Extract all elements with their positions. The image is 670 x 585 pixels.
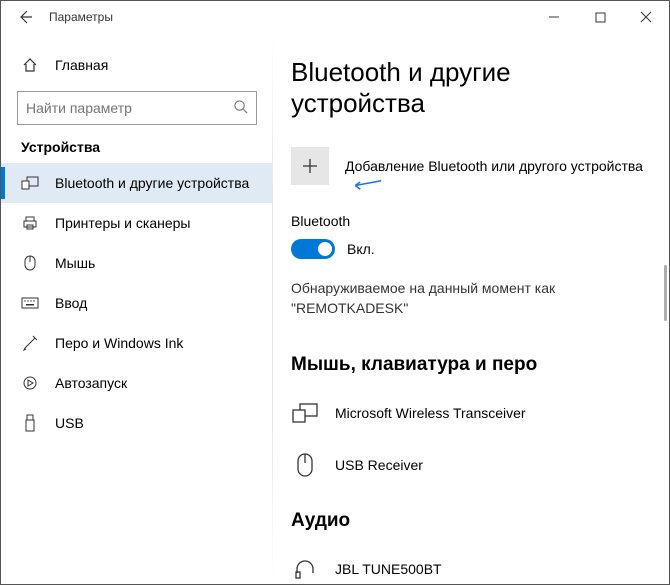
headphones-icon [291, 559, 319, 579]
add-device-button[interactable]: Добавление Bluetooth или другого устройс… [291, 147, 651, 185]
add-device-label: Добавление Bluetooth или другого устройс… [345, 158, 643, 174]
sidebar-item-usb[interactable]: USB [1, 403, 273, 443]
sidebar-item-label: Мышь [55, 255, 95, 271]
autoplay-icon [21, 375, 39, 391]
usb-icon [21, 414, 39, 432]
audio-heading: Аудио [291, 510, 651, 532]
sidebar-item-label: Ввод [55, 295, 87, 311]
search-input[interactable] [26, 100, 233, 116]
home-icon [21, 57, 39, 73]
mouse-device-icon [291, 452, 319, 478]
device-name: USB Receiver [335, 457, 423, 473]
transceiver-icon [291, 403, 319, 423]
mouse-icon [21, 254, 39, 272]
category-title: Устройства [1, 139, 273, 163]
sidebar-item-mouse[interactable]: Мышь [1, 243, 273, 283]
keyboard-icon [21, 297, 39, 309]
arrow-left-icon [17, 9, 33, 25]
sidebar-item-pen[interactable]: Перо и Windows Ink [1, 323, 273, 363]
sidebar-item-autoplay[interactable]: Автозапуск [1, 363, 273, 403]
device-row[interactable]: Microsoft Wireless Transceiver [291, 390, 651, 436]
devices-icon [21, 176, 39, 190]
pen-icon [21, 335, 39, 351]
device-row[interactable]: JBL TUNE500BT [291, 546, 651, 584]
close-button[interactable] [623, 1, 669, 33]
plus-icon [291, 147, 329, 185]
close-icon [640, 11, 652, 23]
search-icon [233, 99, 248, 117]
discoverable-text: Обнаруживаемое на данный момент как "REM… [291, 279, 651, 318]
sidebar: Главная Устройства Bluetooth и другие ус… [1, 33, 273, 584]
bluetooth-toggle-state: Вкл. [347, 241, 375, 257]
sidebar-item-typing[interactable]: Ввод [1, 283, 273, 323]
sidebar-item-label: Принтеры и сканеры [55, 215, 190, 231]
window-title: Параметры [45, 10, 113, 24]
device-row[interactable]: USB Receiver [291, 442, 651, 488]
minimize-icon [548, 11, 560, 23]
scrollbar[interactable] [664, 265, 667, 321]
home-label: Главная [55, 57, 108, 73]
minimize-button[interactable] [531, 1, 577, 33]
device-name: JBL TUNE500BT [335, 561, 442, 577]
titlebar: Параметры [1, 1, 669, 33]
search-box[interactable] [17, 91, 257, 125]
sidebar-item-label: Перо и Windows Ink [55, 335, 183, 351]
bluetooth-section-label: Bluetooth [291, 213, 651, 229]
back-button[interactable] [5, 1, 45, 33]
main-content: Bluetooth и другие устройства Добавление… [273, 33, 669, 584]
sidebar-item-printers[interactable]: Принтеры и сканеры [1, 203, 273, 243]
maximize-button[interactable] [577, 1, 623, 33]
printer-icon [21, 215, 39, 231]
maximize-icon [595, 12, 606, 23]
sidebar-item-bluetooth[interactable]: Bluetooth и другие устройства [1, 163, 273, 203]
device-name: Microsoft Wireless Transceiver [335, 405, 526, 421]
mouse-keyboard-heading: Мышь, клавиатура и перо [291, 354, 651, 376]
home-link[interactable]: Главная [1, 45, 273, 85]
bluetooth-toggle[interactable] [291, 239, 335, 259]
sidebar-item-label: USB [55, 415, 84, 431]
page-title: Bluetooth и другие устройства [291, 57, 651, 119]
sidebar-item-label: Автозапуск [55, 375, 127, 391]
sidebar-item-label: Bluetooth и другие устройства [55, 175, 249, 191]
